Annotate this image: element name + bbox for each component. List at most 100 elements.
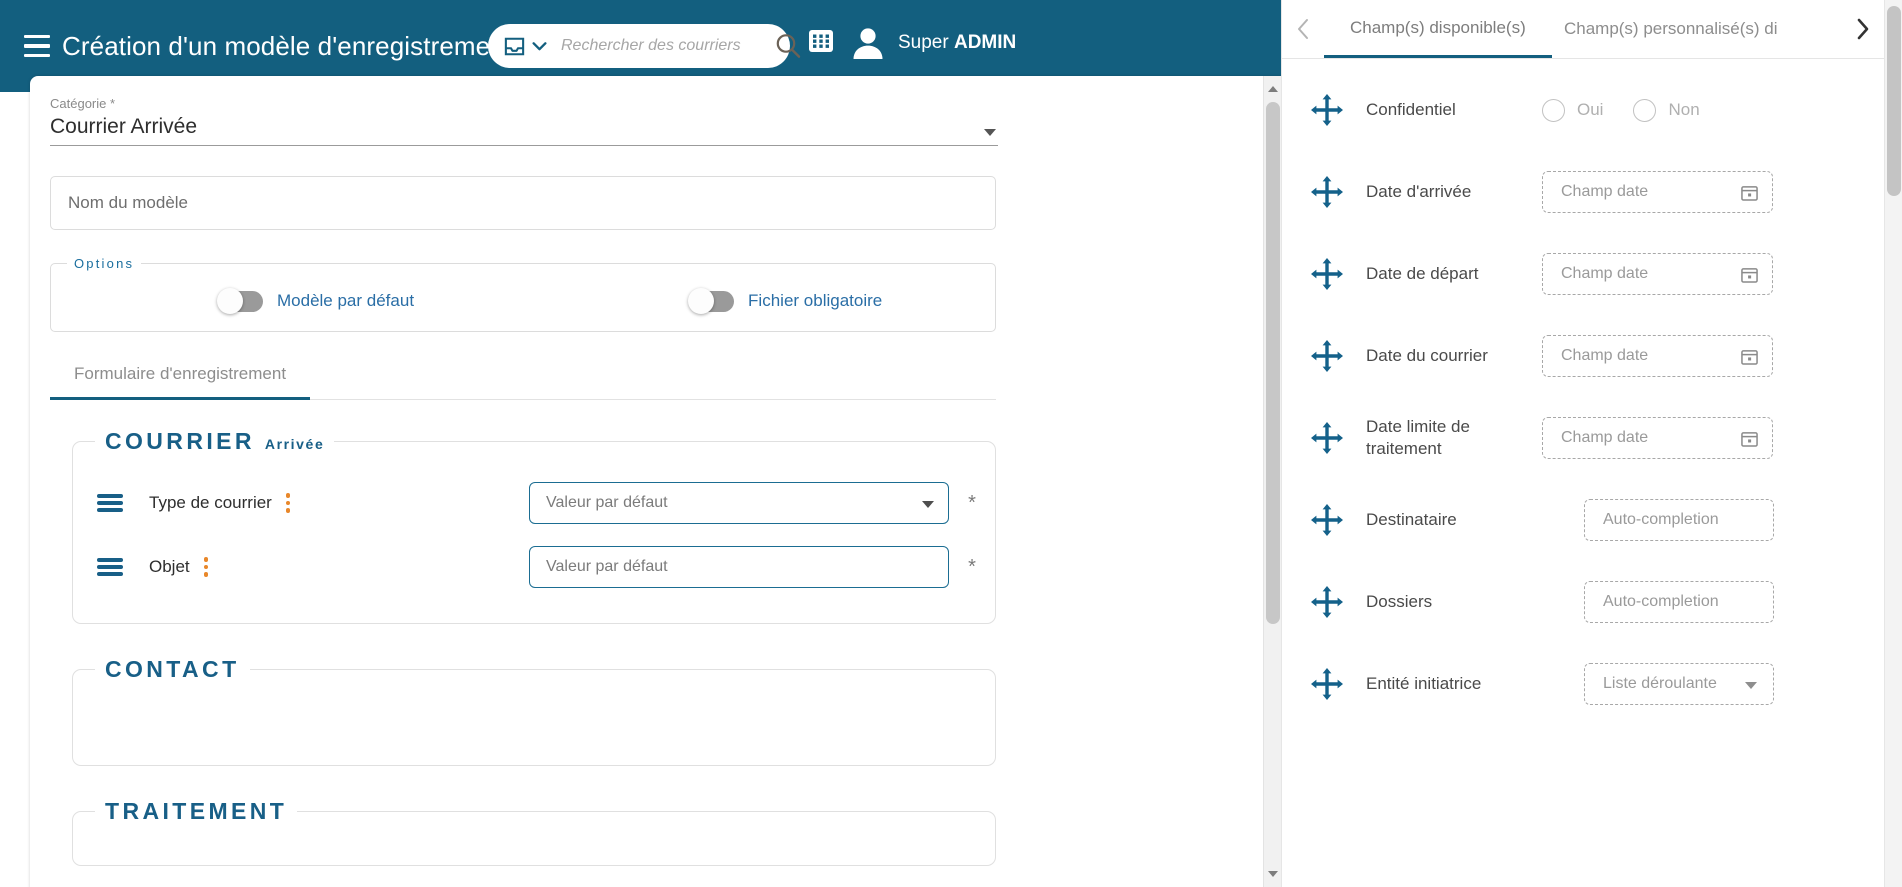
grid-apps-icon[interactable] (806, 26, 836, 56)
model-name-input[interactable] (68, 193, 978, 213)
move-arrows-icon[interactable] (1310, 257, 1344, 291)
category-select[interactable]: Catégorie * Courrier Arrivée (50, 96, 998, 146)
chevron-down-icon[interactable] (922, 501, 934, 508)
required-marker: * (968, 556, 976, 578)
field-label: Date limite de traitement (1366, 417, 1470, 458)
section-title: CONTACT (105, 656, 240, 682)
move-arrows-icon[interactable] (1310, 585, 1344, 619)
move-arrows-icon[interactable] (1310, 667, 1344, 701)
search-input[interactable] (561, 37, 769, 55)
date-placeholder: Champ date (1561, 183, 1649, 200)
default-value-input[interactable] (546, 558, 932, 576)
form-row[interactable]: Objet * (73, 535, 995, 599)
category-value: Courrier Arrivée (50, 115, 198, 138)
field-row[interactable]: Destinataire Auto-completion (1282, 479, 1902, 561)
inbox-icon[interactable] (504, 37, 525, 56)
move-arrows-icon[interactable] (1310, 503, 1344, 537)
default-value-select[interactable] (529, 482, 949, 524)
move-arrows-icon[interactable] (1310, 93, 1344, 127)
section-traitement: TRAITEMENT (72, 798, 996, 866)
toggle-file-required[interactable] (688, 288, 735, 314)
form-content-card: Catégorie * Courrier Arrivée Options Mod… (30, 76, 1281, 887)
autocomplete-field[interactable]: Auto-completion (1584, 499, 1774, 541)
field-row[interactable]: Dossiers Auto-completion (1282, 561, 1902, 643)
field-label: Date d'arrivée (1366, 182, 1472, 201)
radio-circle-icon[interactable] (1633, 98, 1657, 122)
scroll-down-arrow-icon[interactable] (1264, 865, 1281, 883)
drag-handle-icon[interactable] (97, 557, 123, 577)
user-last-name: ADMIN (953, 32, 1017, 53)
form-row[interactable]: Type de courrier * (73, 471, 995, 535)
form-row-label: Type de courrier (149, 493, 272, 512)
toggle-default-template[interactable] (217, 288, 263, 314)
calendar-icon[interactable] (1741, 184, 1758, 201)
date-field[interactable]: Champ date (1542, 335, 1773, 377)
radio-option-oui[interactable]: Oui (1542, 98, 1603, 122)
default-value-field[interactable] (529, 546, 949, 588)
field-label: Confidentiel (1366, 100, 1456, 119)
available-fields-list: Confidentiel Oui Non Date d'arrivée Cham… (1282, 59, 1902, 725)
autocomplete-placeholder: Auto-completion (1603, 511, 1719, 528)
hamburger-menu-icon[interactable] (24, 35, 50, 57)
autocomplete-field[interactable]: Auto-completion (1584, 581, 1774, 623)
date-field[interactable]: Champ date (1542, 171, 1773, 213)
form-row-label: Objet (149, 557, 190, 576)
main-scrollbar[interactable] (1263, 76, 1281, 887)
calendar-icon[interactable] (1741, 266, 1758, 283)
section-contact: CONTACT (72, 656, 996, 766)
app-root: Création d'un modèle d'enregistrement Re… (0, 0, 1902, 887)
chevron-down-icon[interactable] (1745, 682, 1757, 689)
option-default-template[interactable]: Modèle par défaut (217, 288, 415, 314)
field-row[interactable]: Date d'arrivée Champ date (1282, 151, 1902, 233)
scroll-up-arrow-icon[interactable] (1264, 80, 1281, 98)
select-field[interactable]: Liste déroulante (1584, 663, 1774, 705)
field-row[interactable]: Confidentiel Oui Non (1282, 69, 1902, 151)
kebab-menu-icon[interactable] (203, 557, 209, 577)
move-arrows-icon[interactable] (1310, 339, 1344, 373)
date-field[interactable]: Champ date (1542, 417, 1773, 459)
main-application-pane: Création d'un modèle d'enregistrement Re… (0, 0, 1281, 887)
tab-registration-form[interactable]: Formulaire d'enregistrement (50, 352, 311, 400)
default-value-input[interactable] (546, 494, 932, 512)
field-row[interactable]: Date de départ Champ date (1282, 233, 1902, 315)
option-file-required[interactable]: Fichier obligatoire (688, 288, 882, 314)
side-panel-scrollbar[interactable] (1884, 0, 1902, 887)
move-arrows-icon[interactable] (1310, 175, 1344, 209)
tab-available-fields[interactable]: Champ(s) disponible(s) (1324, 0, 1552, 58)
radio-circle-icon[interactable] (1542, 98, 1565, 122)
chevron-right-icon[interactable] (1841, 0, 1885, 58)
drag-handle-icon[interactable] (97, 493, 123, 513)
scrollbar-thumb[interactable] (1266, 102, 1280, 624)
field-label: Destinataire (1366, 510, 1457, 529)
global-search-bar[interactable] (488, 24, 801, 68)
radio-group-confidentiel[interactable]: Oui Non (1542, 98, 1730, 122)
calendar-icon[interactable] (1741, 348, 1758, 365)
kebab-menu-icon[interactable] (285, 493, 291, 513)
required-marker: * (968, 492, 976, 514)
side-panel-tabs: Champ(s) disponible(s) Champ(s) personna… (1282, 0, 1902, 59)
section-contact-body (73, 683, 995, 765)
field-label: Dossiers (1366, 592, 1433, 611)
move-arrows-icon[interactable] (1310, 421, 1344, 455)
chevron-down-icon[interactable] (984, 129, 996, 136)
calendar-icon[interactable] (1741, 430, 1758, 447)
available-fields-panel: Champ(s) disponible(s) Champ(s) personna… (1281, 0, 1902, 887)
user-menu[interactable]: Super ADMIN (850, 20, 1016, 66)
model-name-field[interactable] (50, 176, 996, 230)
field-label: Date du courrier (1366, 346, 1488, 365)
date-field[interactable]: Champ date (1542, 253, 1773, 295)
chevron-left-icon[interactable] (1282, 0, 1324, 58)
scrollbar-thumb[interactable] (1887, 6, 1901, 196)
radio-option-non[interactable]: Non (1633, 98, 1700, 122)
field-row[interactable]: Date du courrier Champ date (1282, 315, 1902, 397)
section-title-main: COURRIER (105, 428, 255, 454)
field-row[interactable]: Date limite de traitement Champ date (1282, 397, 1902, 479)
tab-custom-fields[interactable]: Champ(s) personnalisé(s) di (1552, 0, 1790, 58)
user-name: Super ADMIN (898, 32, 1016, 54)
date-placeholder: Champ date (1561, 429, 1649, 446)
section-title: COURRIER Arrivée (95, 428, 334, 455)
search-icon[interactable] (773, 31, 803, 61)
chevron-down-icon[interactable] (532, 41, 547, 51)
field-row[interactable]: Entité initiatrice Liste déroulante (1282, 643, 1902, 725)
option-label: Modèle par défaut (277, 291, 415, 310)
